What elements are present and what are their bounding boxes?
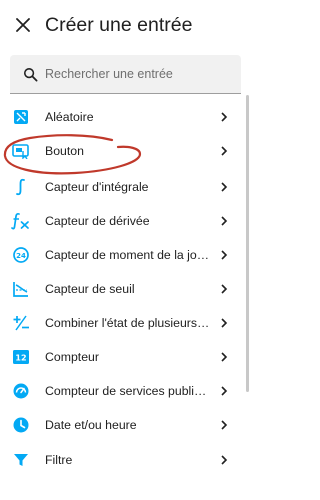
combine-icon: [11, 313, 31, 333]
list-item-label: Filtre: [45, 453, 73, 467]
chevron-right-icon: [221, 250, 228, 260]
threshold-icon: [11, 279, 31, 299]
list-item-label: Capteur de moment de la journée: [45, 248, 212, 262]
list-item-aleatoire[interactable]: Aléatoire: [0, 100, 245, 134]
chevron-right-icon: [221, 352, 228, 362]
chevron-right-icon: [221, 318, 228, 328]
list-item-combiner-capteurs[interactable]: Combiner l'état de plusieurs capteurs: [0, 306, 245, 340]
list-item-label: Bouton: [45, 144, 84, 158]
close-button[interactable]: [12, 14, 34, 36]
list-item-filtre[interactable]: Filtre: [0, 443, 245, 477]
list-item-date-heure[interactable]: Date et/ou heure: [0, 408, 245, 442]
list-item-label: Capteur d'intégrale: [45, 180, 149, 194]
list-item-moment-journee[interactable]: 24 Capteur de moment de la journée: [0, 238, 245, 272]
list-item-label: Capteur de seuil: [45, 282, 135, 296]
clock-icon: [11, 415, 31, 435]
list-item-label: Combiner l'état de plusieurs capteurs: [45, 316, 212, 330]
chevron-right-icon: [221, 386, 228, 396]
utility-meter-icon: [11, 381, 31, 401]
dialog-title: Créer une entrée: [45, 14, 193, 36]
list-item-label: Compteur de services publics (énergie, e…: [45, 384, 212, 398]
filter-icon: [11, 450, 31, 470]
search-field[interactable]: [10, 55, 241, 94]
list-item-label: Capteur de dérivée: [45, 214, 150, 228]
search-input[interactable]: [45, 64, 235, 84]
list-item-label: Aléatoire: [45, 110, 94, 124]
search-icon: [23, 67, 38, 82]
chevron-right-icon: [221, 112, 228, 122]
chevron-right-icon: [221, 216, 228, 226]
list-item-capteur-seuil[interactable]: Capteur de seuil: [0, 272, 245, 306]
chevron-right-icon: [221, 284, 228, 294]
list-item-compteur[interactable]: 12 Compteur: [0, 340, 245, 374]
button-icon: [11, 141, 31, 161]
list-item-bouton[interactable]: Bouton: [0, 134, 245, 168]
scrollbar[interactable]: [246, 95, 249, 392]
list-item-label: Compteur: [45, 350, 99, 364]
list-item-capteur-derivee[interactable]: Capteur de dérivée: [0, 204, 245, 238]
counter-icon: 12: [11, 347, 31, 367]
list-item-compteur-services[interactable]: Compteur de services publics (énergie, e…: [0, 374, 245, 408]
derivative-icon: [11, 211, 31, 231]
chevron-right-icon: [221, 146, 228, 156]
random-icon: [11, 107, 31, 127]
svg-text:24: 24: [16, 252, 26, 260]
svg-text:12: 12: [15, 354, 26, 363]
close-icon: [16, 18, 30, 32]
list-item-capteur-integrale[interactable]: Capteur d'intégrale: [0, 170, 245, 204]
entry-type-list: Aléatoire Bouton Capteur d'intégrale Cap…: [0, 100, 251, 500]
integral-icon: [11, 177, 31, 197]
chevron-right-icon: [221, 420, 228, 430]
list-item-label: Date et/ou heure: [45, 418, 137, 432]
chevron-right-icon: [221, 455, 228, 465]
time-of-day-icon: 24: [11, 245, 31, 265]
dialog-header: Créer une entrée: [0, 0, 251, 50]
chevron-right-icon: [221, 182, 228, 192]
